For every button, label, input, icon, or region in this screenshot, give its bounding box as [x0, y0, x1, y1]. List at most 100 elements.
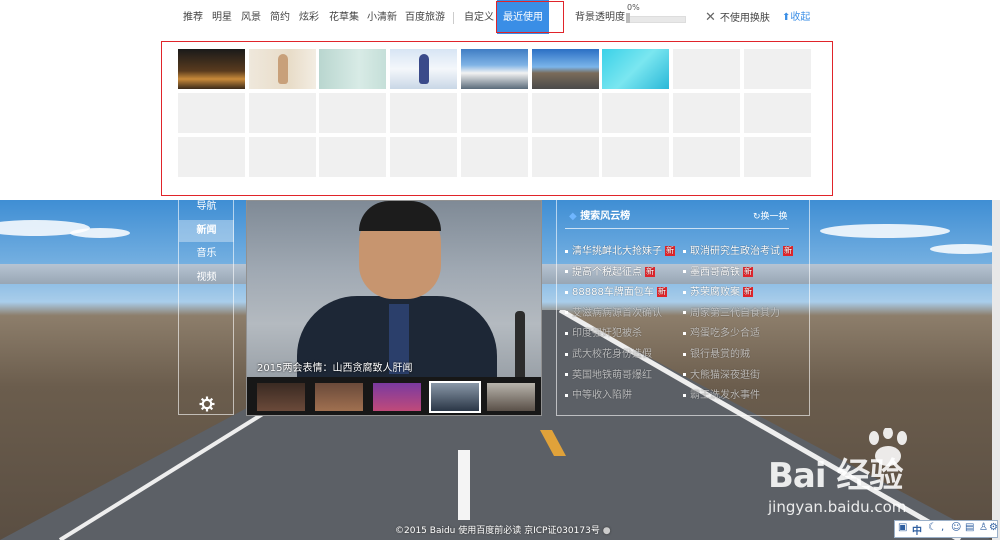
hot-search-item[interactable]: 艾滋病病源首次确认 — [565, 304, 662, 319]
empty-skin-slot — [672, 49, 740, 89]
opacity-label: 背景透明度 — [575, 12, 625, 23]
tab-baidu-travel[interactable]: 百度旅游 — [405, 0, 445, 34]
news-photo[interactable] — [247, 201, 541, 386]
recent-skin-thumb[interactable] — [319, 49, 387, 89]
tab-recent[interactable]: 最近使用 — [497, 0, 549, 34]
hot-search-item[interactable]: 武大校花身份造假 — [565, 345, 652, 360]
empty-skin-slot — [319, 137, 387, 177]
hot-search-item[interactable]: 墨西哥高铁新 — [683, 263, 753, 278]
hot-search-title: ◆ 搜索风云榜 — [569, 211, 631, 222]
tab-recommend[interactable]: 推荐 — [183, 0, 203, 34]
tab-scenery[interactable]: 风景 — [241, 0, 261, 34]
hot-search-item[interactable]: 银行悬赏的贼 — [683, 345, 750, 360]
news-caption[interactable]: 2015两会表情：山西贪腐致人肝闻 — [257, 359, 412, 374]
empty-skin-slot — [390, 93, 458, 133]
hot-search-item[interactable]: 鸡蛋吃多少合适 — [683, 324, 760, 339]
badge-icon[interactable]: ● — [603, 526, 611, 536]
hot-search-item[interactable]: 大熊猫深夜逛街 — [683, 366, 760, 381]
new-badge: 新 — [656, 287, 667, 298]
hot-search-item[interactable]: 取消研究生政治考试新 — [683, 242, 793, 257]
fire-icon: ◆ — [569, 211, 577, 222]
comma-icon[interactable]: , — [941, 522, 944, 533]
empty-skin-slot — [672, 93, 740, 133]
recent-skin-thumb[interactable] — [178, 49, 245, 89]
sidebar-item-news[interactable]: 新闻 — [179, 220, 234, 242]
news-thumb-1[interactable] — [257, 383, 305, 411]
news-thumb-5[interactable] — [487, 383, 535, 411]
scrollbar[interactable] — [992, 200, 1000, 540]
tab-colorful[interactable]: 炫彩 — [299, 0, 319, 34]
new-badge: 新 — [783, 246, 793, 256]
hot-search-item[interactable]: 周家第三代自食其力 — [683, 304, 780, 319]
skin-tabs-bar: 推荐 明星 风景 简约 炫彩 花草集 小清新 百度旅游 自定义 最近使用 背景透… — [0, 0, 1000, 37]
hot-search-item[interactable]: 苏荣腐败案新 — [683, 283, 753, 298]
empty-skin-slot — [531, 93, 599, 133]
new-badge: 新 — [645, 266, 655, 277]
empty-skin-slot — [390, 137, 458, 177]
new-badge: 新 — [665, 246, 675, 256]
news-thumbnails — [247, 377, 541, 415]
tab-fresh[interactable]: 小清新 — [367, 0, 397, 34]
tab-stars[interactable]: 明星 — [212, 0, 232, 34]
keyboard-icon[interactable]: ▤ — [965, 522, 974, 533]
ime-logo-icon: ▣ — [898, 522, 908, 533]
empty-skin-slot — [178, 93, 245, 133]
wrench-icon[interactable]: ⚙ — [989, 522, 998, 533]
close-icon: ✕ — [705, 10, 716, 25]
opacity-slider[interactable] — [626, 16, 686, 23]
smile-icon[interactable]: ☺ — [951, 522, 961, 533]
hot-search-item[interactable]: 88888车牌面包车新 — [565, 283, 667, 298]
recent-skin-thumb[interactable] — [248, 49, 316, 89]
news-thumb-3[interactable] — [373, 383, 421, 411]
empty-skin-slot — [319, 93, 387, 133]
tab-flowers[interactable]: 花草集 — [329, 0, 359, 34]
user-icon[interactable]: ♙ — [979, 522, 988, 533]
sidebar-item-nav[interactable]: 导航 — [179, 196, 234, 218]
refresh-button[interactable]: ↻换一换 — [753, 209, 788, 222]
empty-skin-slot — [602, 137, 670, 177]
tab-divider — [453, 12, 454, 24]
hot-search-item[interactable]: 清华挑衅北大抢妹子新 — [565, 242, 675, 257]
empty-skin-slot — [460, 137, 528, 177]
ime-toolbar[interactable]: ▣ 中 ☾ , ☺ ▤ ♙ ⚙ — [894, 520, 998, 538]
sidebar-nav: 导航 新闻 音乐 视频 — [178, 200, 234, 415]
empty-skin-slot — [602, 93, 670, 133]
empty-skin-slot — [178, 137, 245, 177]
news-slideshow[interactable]: 2015两会表情：山西贪腐致人肝闻 — [246, 200, 542, 416]
recent-skin-thumb[interactable] — [602, 49, 670, 89]
recent-skin-thumb[interactable] — [390, 49, 458, 89]
hot-search-item[interactable]: 英国地铁萌哥爆红 — [565, 366, 652, 381]
hot-search-panel: ◆ 搜索风云榜 ↻换一换 清华挑衅北大抢妹子新提高个税起征点新 88888车牌面包… — [556, 200, 810, 416]
opacity-slider-handle[interactable] — [626, 13, 630, 23]
empty-skin-slot — [460, 93, 528, 133]
no-skin-button[interactable]: ✕ 不使用换肤 — [705, 0, 770, 37]
recent-skin-thumb[interactable] — [531, 49, 599, 89]
no-skin-label: 不使用换肤 — [719, 13, 770, 24]
moon-icon[interactable]: ☾ — [928, 522, 937, 533]
tab-custom[interactable]: 自定义 — [464, 0, 494, 34]
footer-text: ©2015 Baidu 使用百度前必读 京ICP证030173号 ● — [395, 526, 611, 536]
empty-skin-slot — [743, 93, 811, 133]
watermark-logo: Bai 经验 — [768, 456, 903, 496]
new-badge: 新 — [743, 287, 753, 298]
collapse-label: 收起 — [790, 12, 811, 23]
tab-simple[interactable]: 简约 — [270, 0, 290, 34]
sidebar-item-video[interactable]: 视频 — [179, 267, 234, 289]
empty-skin-slot — [743, 137, 811, 177]
empty-skin-slot — [248, 137, 316, 177]
gear-icon[interactable] — [199, 396, 215, 412]
refresh-icon: ↻ — [753, 212, 761, 222]
news-thumb-2[interactable] — [315, 383, 363, 411]
new-badge: 新 — [743, 266, 753, 277]
hot-search-item[interactable]: 提高个税起征点新 — [565, 263, 655, 278]
hot-search-item[interactable]: 印度强奸犯被杀 — [565, 324, 642, 339]
recent-skin-thumb[interactable] — [460, 49, 528, 89]
hot-search-item[interactable]: 霸王洗发水事件 — [683, 386, 760, 401]
hot-search-item[interactable]: 中等收入陷阱 — [565, 386, 632, 401]
sidebar-item-music[interactable]: 音乐 — [179, 243, 234, 265]
collapse-button[interactable]: ⬆收起 — [782, 0, 810, 36]
ime-mode[interactable]: 中 — [912, 522, 922, 537]
empty-skin-slot — [531, 137, 599, 177]
news-thumb-4[interactable] — [429, 381, 481, 413]
empty-skin-slot — [743, 49, 811, 89]
